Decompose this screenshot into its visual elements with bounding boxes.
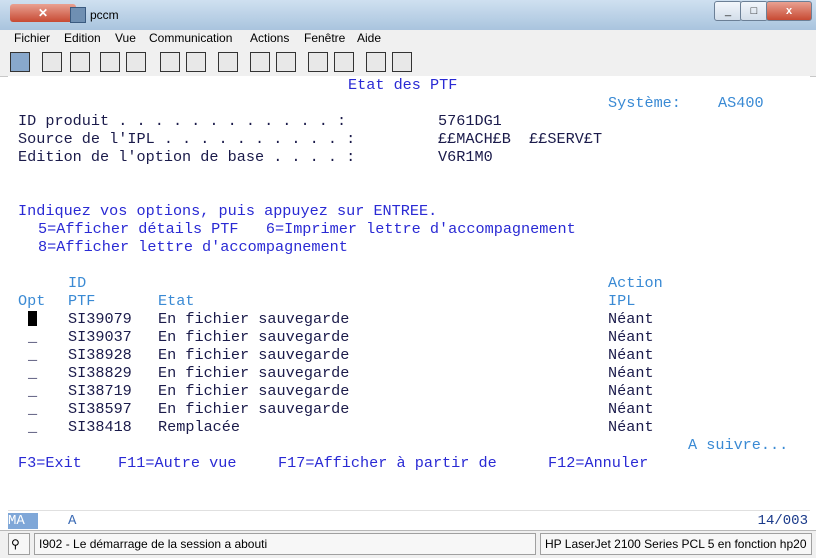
field-value-product: 5761DG1 (438, 112, 502, 130)
text-cursor (28, 311, 37, 326)
oia-mode: A (68, 513, 77, 529)
opt-input[interactable]: _ (28, 401, 37, 418)
oia-line: MA A 14/003 (8, 510, 810, 531)
keyboard-icon[interactable] (186, 52, 206, 72)
instructions: Indiquez vos options, puis appuyez sur E… (18, 202, 438, 220)
fkey-afficher[interactable]: F17=Afficher à partir de (278, 455, 497, 472)
ptf-etat: En fichier sauvegarde (158, 364, 350, 382)
minimize-button[interactable]: _ (714, 1, 742, 21)
ptf-etat: Remplacée (158, 418, 241, 436)
stop-macro-icon[interactable] (308, 52, 328, 72)
background-window-close-icon[interactable]: ✕ (10, 4, 76, 22)
ptf-id: SI39079 (68, 310, 132, 328)
opt-input[interactable]: _ (28, 365, 37, 382)
menu-fenetre[interactable]: Fenêtre (304, 31, 345, 45)
cursor-position: 14/003 (757, 513, 808, 529)
ptf-action: Néant (608, 400, 654, 418)
ptf-etat: En fichier sauvegarde (158, 328, 350, 346)
system-value: AS400 (718, 94, 764, 112)
app-icon (70, 7, 86, 23)
opt-input-cursor[interactable] (28, 311, 37, 329)
opt-input[interactable]: _ (28, 347, 37, 364)
map-icon[interactable] (334, 52, 354, 72)
print-screen-icon[interactable] (10, 52, 30, 72)
connection-icon: ⚲ (8, 533, 30, 555)
fkey-annuler[interactable]: F12=Annuler (548, 455, 648, 472)
field-label-product: ID produit . . . . . . . . . . . . : (18, 112, 347, 130)
window-title: pccm (90, 8, 119, 22)
ptf-action: Néant (608, 382, 654, 400)
field-label-ipl-source: Source de l'IPL . . . . . . . . . . : (18, 130, 356, 148)
ptf-id: SI38928 (68, 346, 132, 364)
header-ptf: PTF (68, 292, 96, 310)
field-label-edition: Edition de l'option de base . . . . : (18, 148, 356, 166)
field-value-edition: V6R1M0 (438, 148, 493, 166)
menu-edition[interactable]: Edition (64, 31, 101, 45)
menu-aide[interactable]: Aide (357, 31, 381, 45)
opt-input[interactable]: _ (28, 419, 37, 436)
ptf-etat: En fichier sauvegarde (158, 400, 350, 418)
options-line-2: 8=Afficher lettre d'accompagnement (38, 238, 348, 256)
menu-actions[interactable]: Actions (250, 31, 289, 45)
display-icon[interactable] (160, 52, 180, 72)
header-etat: Etat (158, 292, 195, 310)
terminal-screen[interactable]: Etat des PTF Système: AS400 ID produit .… (8, 76, 810, 510)
window-title-bar: ✕ pccm _ □ x (0, 0, 816, 30)
ptf-etat: En fichier sauvegarde (158, 382, 350, 400)
menu-fichier[interactable]: Fichier (14, 31, 50, 45)
header-opt: Opt (18, 292, 46, 310)
globe-icon[interactable] (366, 52, 386, 72)
help-icon[interactable] (392, 52, 412, 72)
close-button[interactable]: x (766, 1, 812, 21)
ptf-id: SI38597 (68, 400, 132, 418)
ptf-action: Néant (608, 328, 654, 346)
more-indicator: A suivre... (688, 436, 789, 454)
receive-file-icon[interactable] (126, 52, 146, 72)
macro-icon[interactable] (218, 52, 238, 72)
header-action: Action (608, 274, 663, 292)
oia-indicator: MA (8, 513, 38, 529)
ptf-etat: En fichier sauvegarde (158, 310, 350, 328)
field-value-ipl-source: ££MACH£B ££SERV£T (438, 130, 603, 148)
record-macro-icon[interactable] (250, 52, 270, 72)
status-message: I902 - Le démarrage de la session a abou… (34, 533, 536, 555)
options-line-1: 5=Afficher détails PTF 6=Imprimer lettre… (38, 220, 576, 238)
fkey-exit[interactable]: F3=Exit (18, 455, 82, 472)
opt-input[interactable]: _ (28, 383, 37, 400)
printer-status: HP LaserJet 2100 Series PCL 5 en fonctio… (540, 533, 812, 555)
play-macro-icon[interactable] (276, 52, 296, 72)
header-ipl: IPL (608, 292, 636, 310)
ptf-id: SI39037 (68, 328, 132, 346)
fkey-autre-vue[interactable]: F11=Autre vue (118, 455, 236, 472)
copy-icon[interactable] (42, 52, 62, 72)
ptf-action: Néant (608, 364, 654, 382)
menu-communication[interactable]: Communication (149, 31, 232, 45)
paste-icon[interactable] (70, 52, 90, 72)
menu-vue[interactable]: Vue (115, 31, 136, 45)
ptf-id: SI38719 (68, 382, 132, 400)
ptf-action: Néant (608, 310, 654, 328)
send-file-icon[interactable] (100, 52, 120, 72)
status-bar: ⚲ I902 - Le démarrage de la session a ab… (0, 530, 816, 558)
system-label: Système: (608, 94, 681, 112)
toolbar (0, 48, 816, 77)
maximize-button[interactable]: □ (740, 1, 768, 21)
opt-input[interactable]: _ (28, 329, 37, 346)
header-id: ID (68, 274, 87, 292)
ptf-action: Néant (608, 346, 654, 364)
ptf-id: SI38418 (68, 418, 132, 436)
ptf-id: SI38829 (68, 364, 132, 382)
screen-title: Etat des PTF (348, 76, 458, 94)
ptf-action: Néant (608, 418, 654, 436)
menu-bar: Fichier Edition Vue Communication Action… (0, 30, 816, 48)
ptf-etat: En fichier sauvegarde (158, 346, 350, 364)
